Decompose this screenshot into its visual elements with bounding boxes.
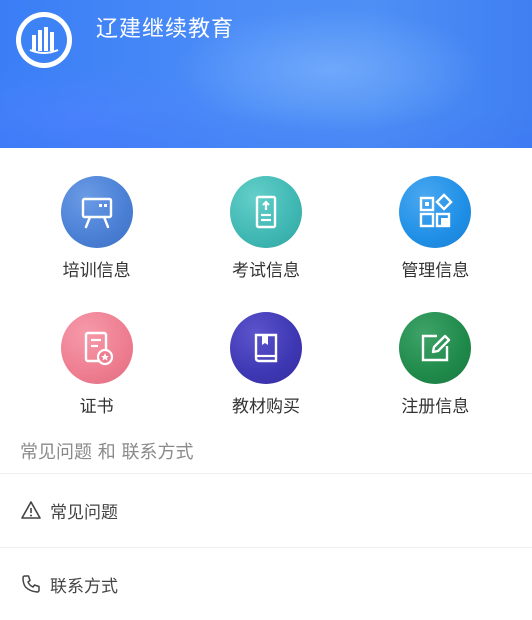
book-icon [229,312,302,384]
grid-item-certificate[interactable]: 证书 [12,298,181,434]
grid-item-registration-info[interactable]: 注册信息 [351,298,520,434]
warning-icon [20,499,42,521]
contact-row[interactable]: 联系方式 [0,548,532,620]
grid-item-label: 培训信息 [62,261,131,281]
exam-paper-icon [229,176,302,248]
grid-item-label: 注册信息 [401,397,470,417]
grid-item-label: 管理信息 [401,261,470,281]
apps-grid-icon [399,176,472,248]
grid-item-exam-info[interactable]: 考试信息 [181,162,350,298]
grid-item-management-info[interactable]: 管理信息 [351,162,520,298]
contact-row-label: 联系方式 [50,576,118,597]
building-logo-icon [21,17,67,63]
grid-item-label: 教材购买 [231,397,300,417]
faq-row[interactable]: 常见问题 [0,474,532,546]
phone-icon [20,573,42,595]
faq-row-label: 常见问题 [50,502,118,523]
app-title: 辽建继续教育 [96,17,235,42]
app-logo [16,12,72,68]
grid-item-label: 证书 [79,397,114,417]
feature-grid: 培训信息 考试信息 管理信息 证书 教材购买 注册信息 [0,162,532,434]
grid-item-textbook-purchase[interactable]: 教材购买 [181,298,350,434]
edit-form-icon [399,312,472,384]
grid-item-label: 考试信息 [231,261,300,281]
faq-section-title: 常见问题 和 联系方式 [20,442,194,463]
presentation-board-icon [60,176,133,248]
header-banner: 辽建继续教育 [0,0,532,148]
grid-item-training-info[interactable]: 培训信息 [12,162,181,298]
certificate-icon [60,312,133,384]
